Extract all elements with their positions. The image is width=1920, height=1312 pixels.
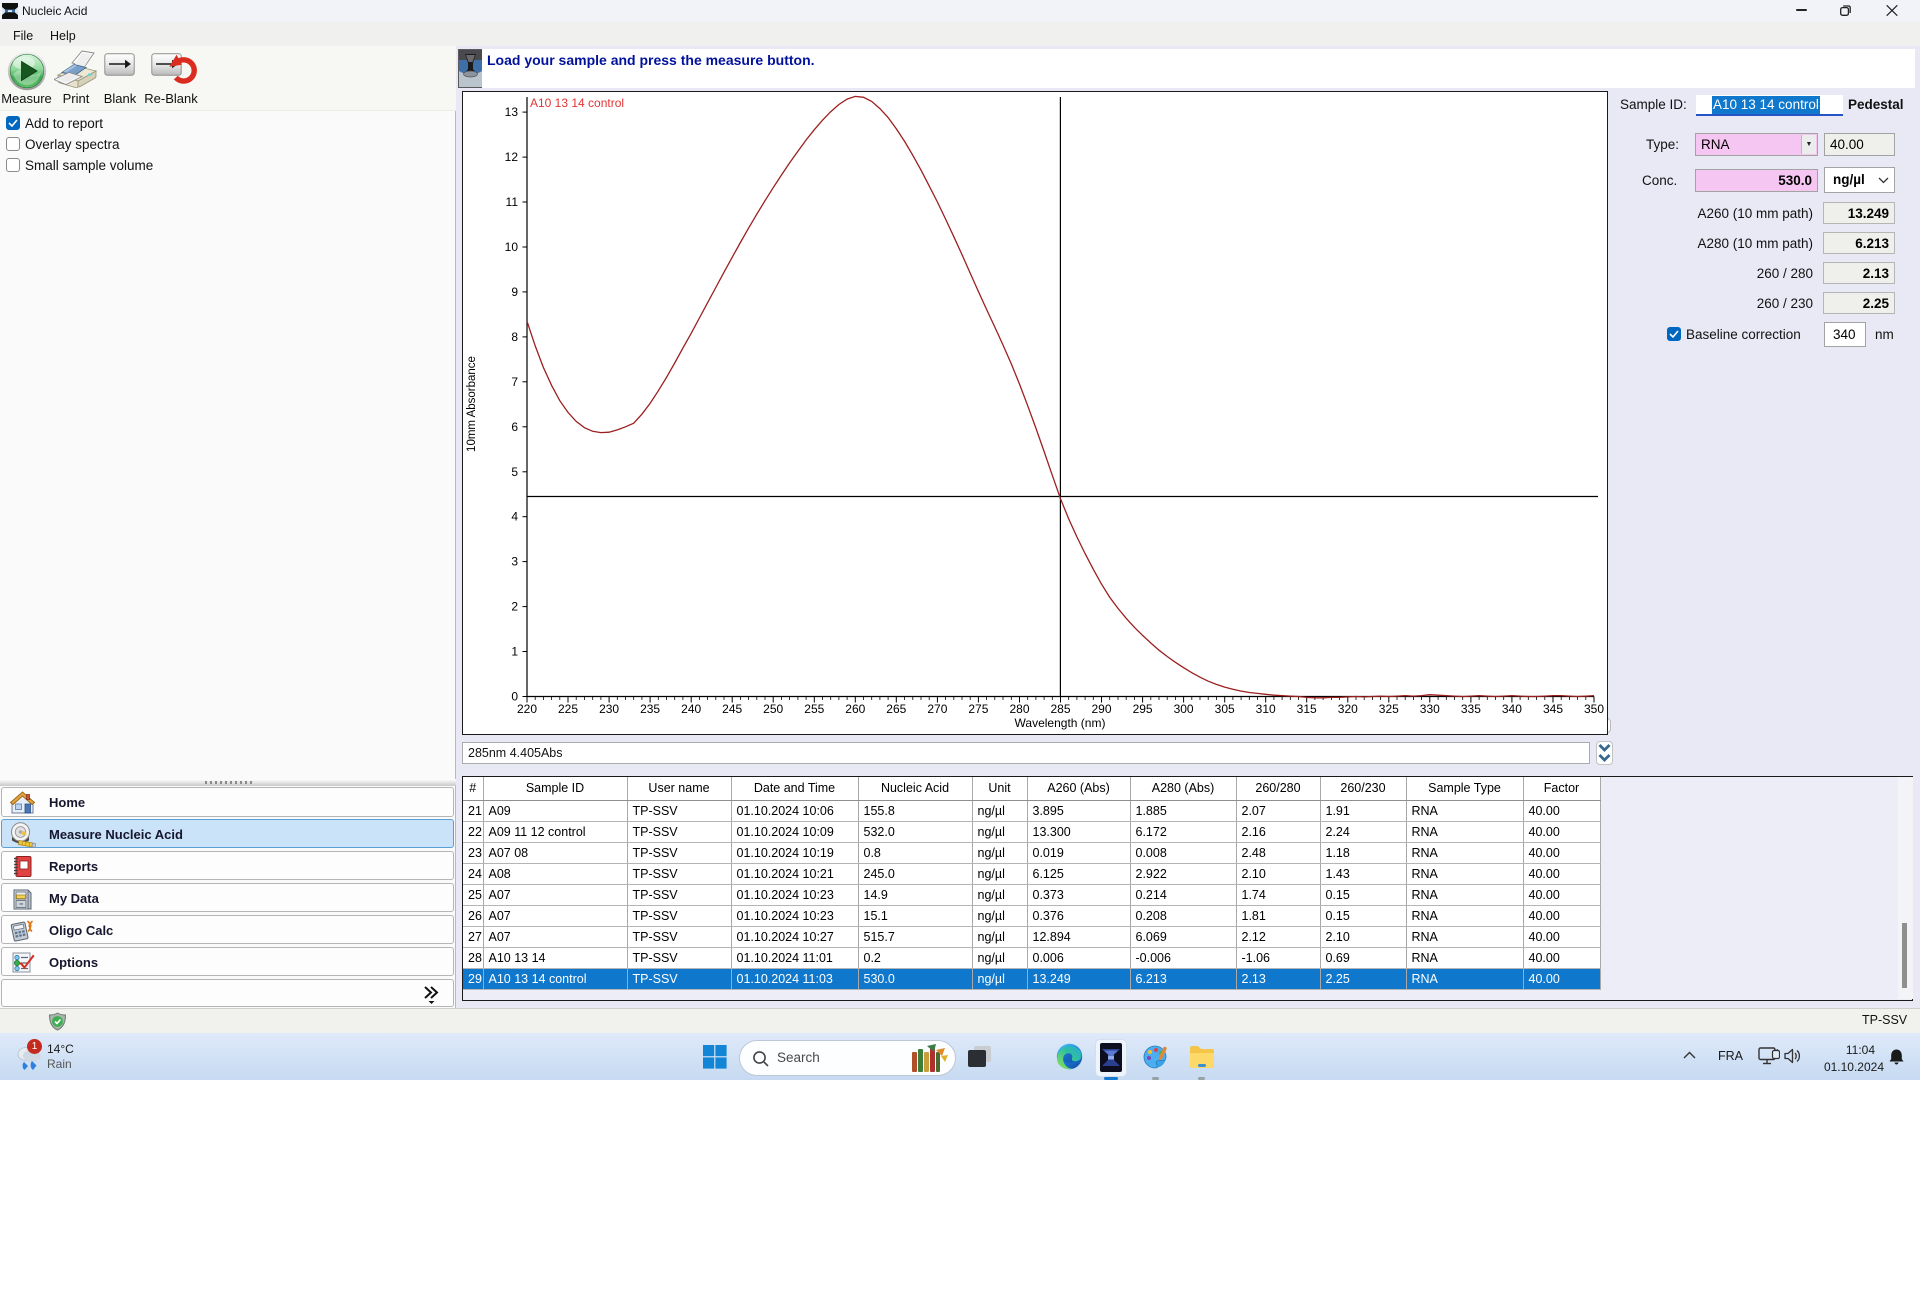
svg-text:235: 235 bbox=[640, 702, 660, 716]
svg-text:280: 280 bbox=[1009, 702, 1029, 716]
svg-text:250: 250 bbox=[763, 702, 783, 716]
svg-text:290: 290 bbox=[1091, 702, 1111, 716]
svg-text:325: 325 bbox=[1379, 702, 1399, 716]
svg-text:255: 255 bbox=[804, 702, 824, 716]
svg-text:295: 295 bbox=[1133, 702, 1153, 716]
svg-text:260: 260 bbox=[845, 702, 865, 716]
svg-text:13: 13 bbox=[505, 105, 519, 119]
svg-text:285: 285 bbox=[1050, 702, 1070, 716]
svg-text:1: 1 bbox=[511, 645, 518, 659]
svg-text:265: 265 bbox=[886, 702, 906, 716]
svg-text:305: 305 bbox=[1215, 702, 1235, 716]
svg-text:4: 4 bbox=[511, 510, 518, 524]
svg-text:240: 240 bbox=[681, 702, 701, 716]
svg-text:8: 8 bbox=[511, 330, 518, 344]
svg-text:230: 230 bbox=[599, 702, 619, 716]
svg-text:5: 5 bbox=[511, 465, 518, 479]
svg-text:335: 335 bbox=[1461, 702, 1481, 716]
svg-text:340: 340 bbox=[1502, 702, 1522, 716]
svg-text:9: 9 bbox=[511, 285, 518, 299]
svg-text:3: 3 bbox=[511, 555, 518, 569]
svg-text:350: 350 bbox=[1584, 702, 1604, 716]
svg-text:Wavelength (nm): Wavelength (nm) bbox=[1015, 716, 1106, 730]
svg-text:315: 315 bbox=[1297, 702, 1317, 716]
svg-text:300: 300 bbox=[1174, 702, 1194, 716]
svg-text:11: 11 bbox=[506, 195, 519, 209]
svg-text:320: 320 bbox=[1338, 702, 1358, 716]
svg-text:270: 270 bbox=[927, 702, 947, 716]
svg-text:225: 225 bbox=[558, 702, 578, 716]
svg-text:7: 7 bbox=[511, 375, 518, 389]
svg-text:245: 245 bbox=[722, 702, 742, 716]
svg-text:345: 345 bbox=[1543, 702, 1563, 716]
svg-text:12: 12 bbox=[505, 150, 519, 164]
svg-text:220: 220 bbox=[517, 702, 537, 716]
svg-text:330: 330 bbox=[1420, 702, 1440, 716]
svg-text:10: 10 bbox=[505, 240, 519, 254]
svg-text:A10 13 14 control: A10 13 14 control bbox=[530, 96, 624, 110]
svg-text:10mm Absorbance: 10mm Absorbance bbox=[466, 356, 478, 452]
svg-text:6: 6 bbox=[511, 420, 518, 434]
svg-text:275: 275 bbox=[968, 702, 988, 716]
svg-text:2: 2 bbox=[511, 600, 518, 614]
svg-text:310: 310 bbox=[1256, 702, 1276, 716]
